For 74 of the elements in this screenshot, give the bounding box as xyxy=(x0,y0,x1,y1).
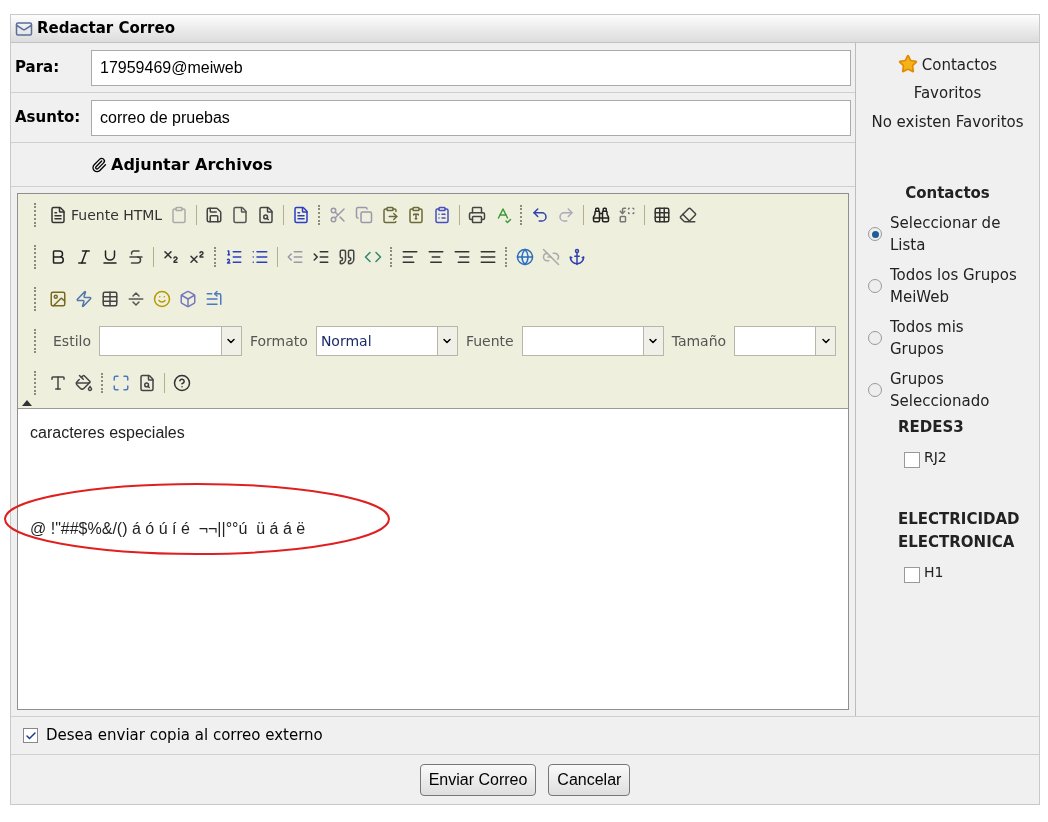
body-text: @ !"##$%&/() á ó ú í é ¬¬||°°ú ü á á ë xyxy=(30,519,307,539)
find-icon[interactable] xyxy=(592,206,611,224)
image-icon[interactable] xyxy=(49,290,67,308)
indent-icon[interactable] xyxy=(312,248,330,266)
italic-icon[interactable] xyxy=(75,248,93,266)
dropdown-label: Estilo xyxy=(53,331,91,351)
page-break-icon[interactable] xyxy=(205,290,223,308)
quote-icon[interactable] xyxy=(338,248,356,266)
anchor-icon[interactable] xyxy=(568,248,586,266)
template-icon[interactable] xyxy=(292,206,311,224)
text-color-icon[interactable] xyxy=(49,374,67,392)
underline-icon[interactable] xyxy=(101,248,119,266)
paste-icon[interactable] xyxy=(381,206,400,224)
attach-files-link[interactable]: Adjuntar Archivos xyxy=(91,152,273,177)
favorites-empty-text: No existen Favoritos xyxy=(870,112,1025,133)
form-button[interactable]: Cancelar xyxy=(548,763,631,796)
mail-icon xyxy=(15,19,33,38)
radio-label: Todos los Grupos MeiWeb xyxy=(890,265,1018,308)
bulleted-list-icon[interactable] xyxy=(251,248,269,266)
collapse-icon[interactable] xyxy=(22,400,32,406)
flash-icon[interactable] xyxy=(75,290,93,308)
radio-button[interactable] xyxy=(868,383,882,397)
field-label: Asunto: xyxy=(15,107,82,129)
checkbox[interactable] xyxy=(23,728,38,743)
numbered-list-icon[interactable] xyxy=(225,248,243,266)
superscript-icon[interactable] xyxy=(188,248,206,266)
radio-label: Todos mis Grupos xyxy=(890,317,965,360)
checkbox-label: RJ2 xyxy=(924,448,947,467)
radio-button[interactable] xyxy=(868,331,882,345)
window-title: Redactar Correo xyxy=(37,18,175,40)
radio-button[interactable] xyxy=(868,279,882,293)
radio-label: Seleccionar de Lista xyxy=(890,213,1002,256)
checkbox[interactable] xyxy=(904,567,920,583)
group-name: ELECTRICIDAD ELECTRONICA xyxy=(898,509,1021,553)
form-button[interactable]: Enviar Correo xyxy=(419,763,537,796)
favorites-title: Contactos Favoritos xyxy=(882,51,1013,107)
dropdown[interactable]: Normal xyxy=(315,326,458,356)
maximize-icon[interactable] xyxy=(112,374,130,392)
save-icon[interactable] xyxy=(205,206,224,224)
align-center-icon[interactable] xyxy=(427,248,445,266)
new-page-icon[interactable] xyxy=(231,206,250,224)
subscript-icon[interactable] xyxy=(162,248,180,266)
checkbox[interactable] xyxy=(904,452,920,468)
contacts-heading: Contactos xyxy=(904,182,991,204)
input-field[interactable]: 17959469@meiweb xyxy=(91,49,851,86)
help-icon[interactable] xyxy=(173,374,191,392)
input-field[interactable]: correo de pruebas xyxy=(91,99,851,136)
paperclip-icon xyxy=(91,156,107,173)
align-justify-icon[interactable] xyxy=(479,248,497,266)
radio-label: Grupos Seleccionado xyxy=(890,369,991,412)
printer-icon[interactable] xyxy=(468,206,487,224)
dropdown-label: Fuente xyxy=(465,331,514,351)
align-right-icon[interactable] xyxy=(453,248,471,266)
source-icon xyxy=(49,206,67,224)
radio-button[interactable] xyxy=(868,227,882,241)
body-text: caracteres especiales xyxy=(30,423,186,443)
field-label: Para: xyxy=(15,57,61,79)
source-button[interactable]: Fuente HTML xyxy=(49,204,163,226)
paste-text-icon[interactable] xyxy=(407,206,426,224)
group-name: REDES3 xyxy=(898,417,965,438)
dropdown-label: Tamaño xyxy=(671,331,727,351)
strikethrough-icon[interactable] xyxy=(127,248,145,266)
horizontal-rule-icon[interactable] xyxy=(127,290,145,308)
replace-icon[interactable] xyxy=(618,206,637,224)
checkbox-label: H1 xyxy=(924,563,944,582)
align-left-icon[interactable] xyxy=(401,248,419,266)
table-icon[interactable] xyxy=(101,290,119,308)
eraser-icon[interactable] xyxy=(679,206,698,224)
star-icon xyxy=(897,53,918,74)
dropdown-label: Formato xyxy=(250,331,308,351)
preview-icon[interactable] xyxy=(257,206,276,224)
undo-icon[interactable] xyxy=(531,206,550,224)
checkbox-label: Desea enviar copia al correo externo xyxy=(46,725,323,747)
background-color-icon[interactable] xyxy=(75,374,93,392)
